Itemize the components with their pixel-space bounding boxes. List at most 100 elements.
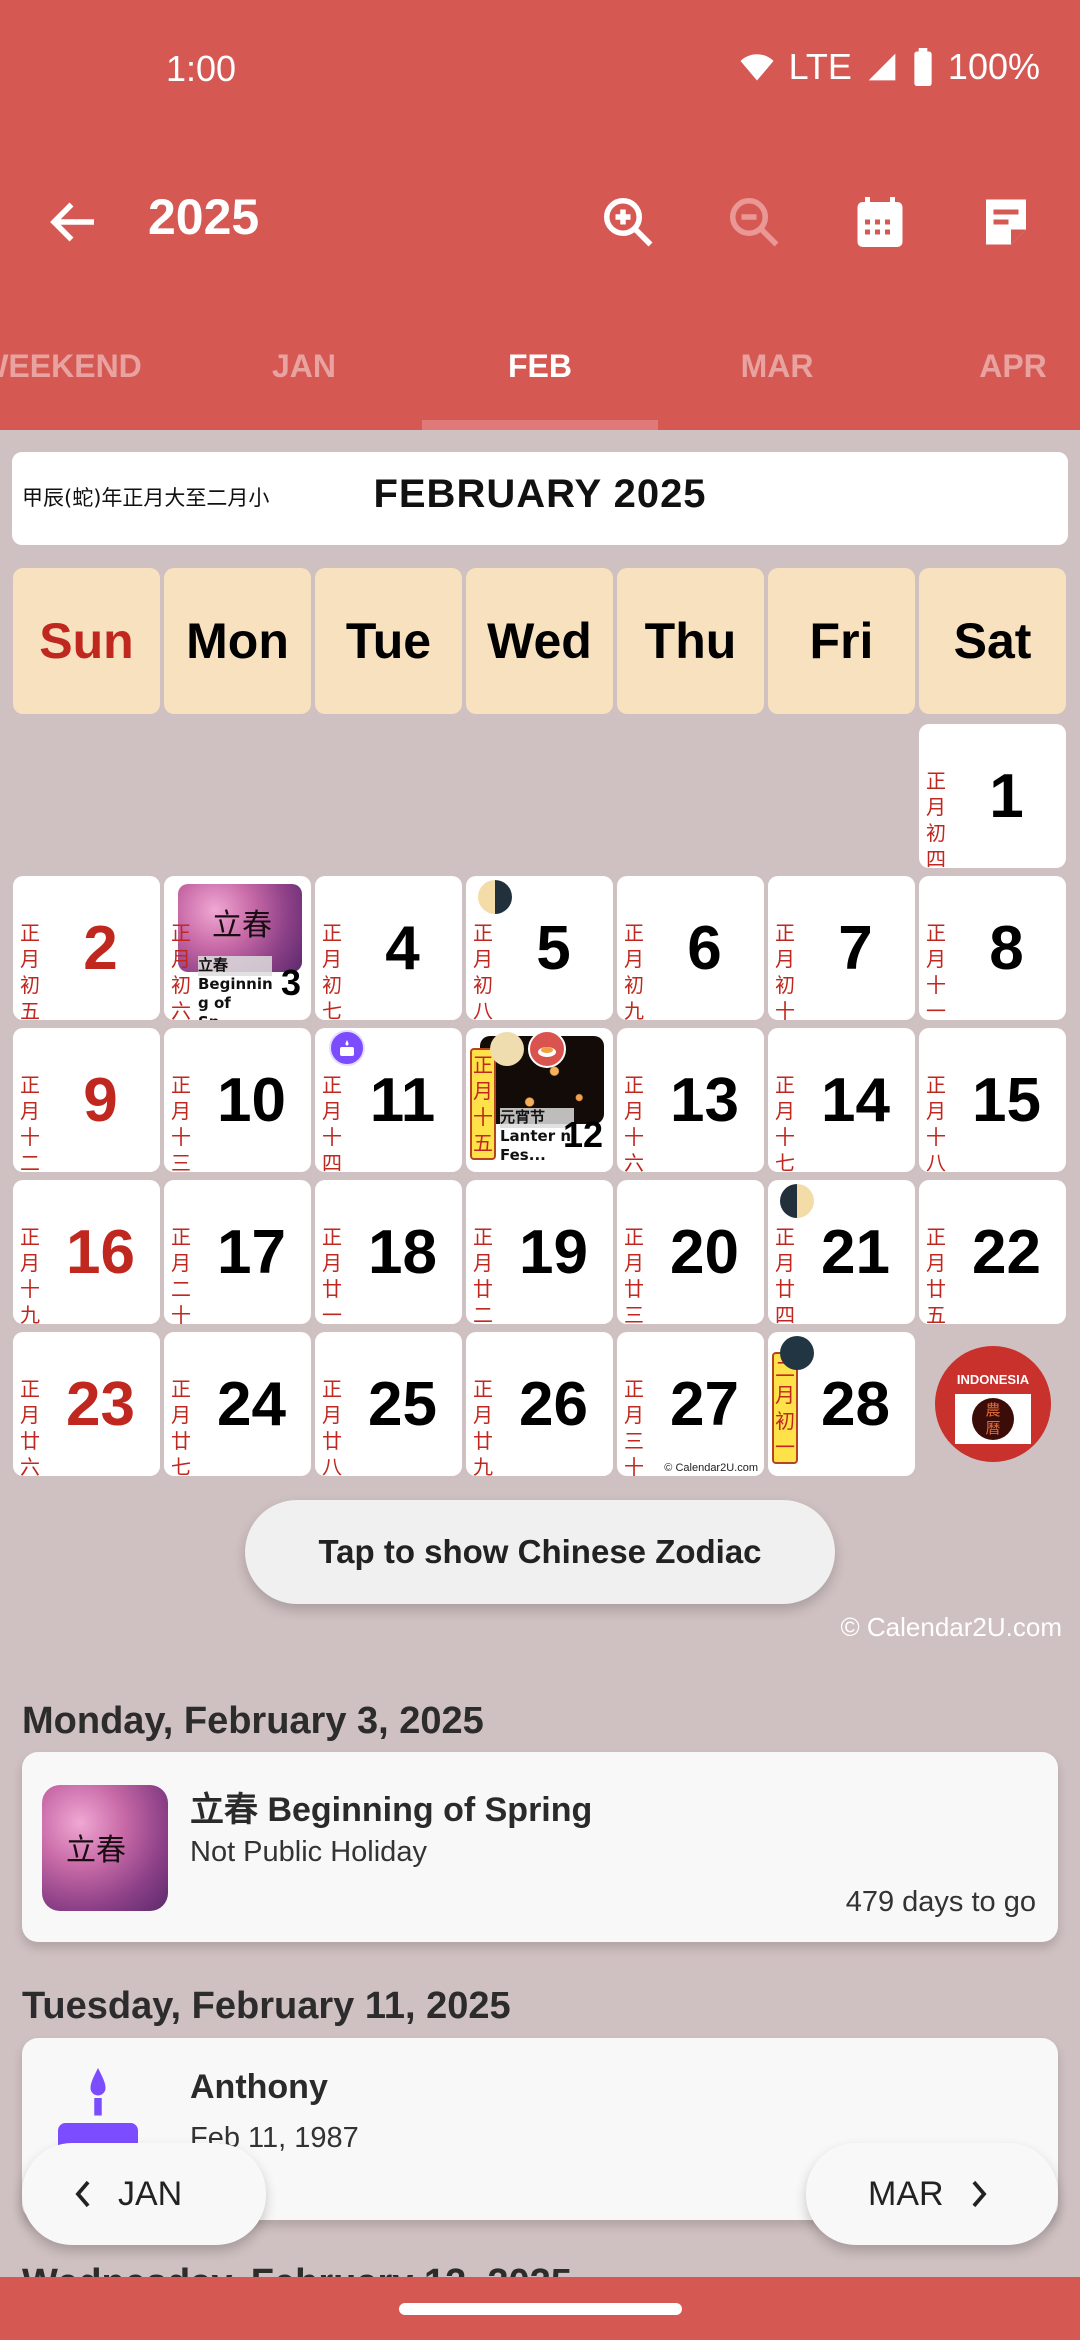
- lunar-date: 正月十四: [321, 1072, 343, 1172]
- lunar-char: 五: [20, 999, 40, 1020]
- day-cell[interactable]: 正月十四 11: [315, 1028, 462, 1172]
- day-number: 27: [670, 1369, 739, 1439]
- day-number: 3: [280, 962, 301, 1003]
- signal-icon: [868, 53, 896, 81]
- lunar-char: 月: [322, 947, 342, 971]
- day-cell[interactable]: 正月十八 15: [919, 1028, 1066, 1172]
- day-cell[interactable]: 正月廿三 20: [617, 1180, 764, 1324]
- zoom-out-icon[interactable]: [724, 192, 784, 252]
- lunar-char: 正: [473, 1377, 493, 1401]
- day-cell[interactable]: 正月十九 16: [13, 1180, 160, 1324]
- weekday-fri: Fri: [768, 568, 915, 714]
- day-cell[interactable]: 正月廿九 26: [466, 1332, 613, 1476]
- day-cell[interactable]: 正月十六 13: [617, 1028, 764, 1172]
- note-icon[interactable]: [976, 192, 1036, 252]
- event-title: Anthony: [190, 2068, 328, 2106]
- back-arrow-icon[interactable]: [44, 192, 104, 252]
- lunar-char: 正: [171, 1073, 191, 1097]
- lunar-char: 月: [473, 1251, 493, 1275]
- lunar-char: 正: [775, 921, 795, 945]
- lunar-char: 一: [926, 999, 946, 1020]
- day-cell[interactable]: 正月廿二 19: [466, 1180, 613, 1324]
- battery-icon: [914, 48, 932, 86]
- lunar-char: 月: [171, 947, 191, 971]
- day-number: 19: [519, 1217, 588, 1287]
- day-cell[interactable]: 正月廿五 22: [919, 1180, 1066, 1324]
- day-number: 24: [217, 1369, 286, 1439]
- lunar-char: 六: [20, 1455, 40, 1476]
- day-cell[interactable]: 正月廿六 23: [13, 1332, 160, 1476]
- day-cell[interactable]: 正月十二 9: [13, 1028, 160, 1172]
- day-cell[interactable]: 正月廿一 18: [315, 1180, 462, 1324]
- previous-month-button[interactable]: JAN: [22, 2143, 266, 2245]
- day-cell[interactable]: 正月十五元宵节 Lanter n Fes... 12: [466, 1028, 613, 1172]
- day-cell[interactable]: 正月廿七 24: [164, 1332, 311, 1476]
- lunar-date: 正月十九: [19, 1224, 41, 1324]
- lunar-char: 初: [20, 973, 40, 997]
- day-cell[interactable]: 正月二十 17: [164, 1180, 311, 1324]
- day-cell[interactable]: 正月三十 27 © Calendar2U.com: [617, 1332, 764, 1476]
- weekday-header: Sun Mon Tue Wed Thu Fri Sat: [13, 568, 1069, 714]
- day-cell[interactable]: 立春正月初六立春 Beginnin g of Sp...3: [164, 876, 311, 1020]
- tab-weekend[interactable]: WEEKEND: [0, 348, 142, 385]
- zoom-in-icon[interactable]: [598, 192, 658, 252]
- day-number: 23: [66, 1369, 135, 1439]
- day-number: 13: [670, 1065, 739, 1135]
- day-cell[interactable]: 正月廿四 21: [768, 1180, 915, 1324]
- event-card[interactable]: 立春 立春 Beginning of Spring Not Public Hol…: [22, 1752, 1058, 1942]
- lunar-char: 月: [775, 1099, 795, 1123]
- lunar-char: 四: [926, 847, 946, 868]
- region-badge-cn: 農曆: [985, 1401, 1001, 1437]
- lunar-date: 正月廿五: [925, 1224, 947, 1324]
- lunar-char: 十: [775, 1125, 795, 1149]
- day-cell[interactable]: 正月廿八 25: [315, 1332, 462, 1476]
- lunar-char: 初: [775, 1409, 795, 1433]
- tab-jan[interactable]: JAN: [272, 348, 336, 385]
- day-cell[interactable]: 正月初十 7: [768, 876, 915, 1020]
- page-title: 2025: [148, 189, 260, 245]
- day-number: 20: [670, 1217, 739, 1287]
- month-tabs: WEEKEND JAN FEB MAR APR: [0, 320, 1080, 430]
- moon-phase-full-icon: [490, 1032, 524, 1066]
- calendar-icon[interactable]: [850, 192, 910, 252]
- day-number: 10: [217, 1065, 286, 1135]
- lunar-char: 九: [473, 1455, 493, 1476]
- lunar-char: 十: [624, 1455, 644, 1476]
- tab-mar[interactable]: MAR: [741, 348, 814, 385]
- day-cell[interactable]: 正月十七 14: [768, 1028, 915, 1172]
- lunar-char: 二: [20, 1151, 40, 1172]
- day-cell[interactable]: 正月十三 10: [164, 1028, 311, 1172]
- day-cell[interactable]: 正月初九 6: [617, 876, 764, 1020]
- show-chinese-zodiac-button[interactable]: Tap to show Chinese Zodiac: [245, 1500, 835, 1604]
- chevron-left-icon: [75, 2180, 90, 2208]
- weekday-mon: Mon: [164, 568, 311, 714]
- tab-apr[interactable]: APR: [979, 348, 1047, 385]
- month-title: FEBRUARY 2025: [373, 472, 707, 516]
- lunar-char: 八: [322, 1455, 342, 1476]
- home-indicator[interactable]: [399, 2303, 682, 2315]
- lunar-date: 正月十六: [623, 1072, 645, 1172]
- day-cell[interactable]: 二月初一 28: [768, 1332, 915, 1476]
- tab-feb[interactable]: FEB: [508, 348, 572, 385]
- day-cell[interactable]: 正月初四 1: [919, 724, 1066, 868]
- day-cell[interactable]: 正月初七 4: [315, 876, 462, 1020]
- day-cell[interactable]: 正月初八5: [466, 876, 613, 1020]
- day-number: 15: [972, 1065, 1041, 1135]
- lunar-char: 正: [20, 1377, 40, 1401]
- day-cell[interactable]: 正月初五 2: [13, 876, 160, 1020]
- region-badge-button[interactable]: INDONESIA 農曆: [935, 1346, 1051, 1462]
- lunar-char: 六: [624, 1151, 644, 1172]
- lunar-char: 九: [624, 999, 644, 1020]
- lunar-char: 月: [171, 1251, 191, 1275]
- lunar-char: 正: [926, 1225, 946, 1249]
- lunar-char: 正: [322, 1377, 342, 1401]
- next-month-button[interactable]: MAR: [806, 2143, 1058, 2245]
- lunar-char: 五: [473, 1131, 493, 1155]
- day-number: 2: [83, 913, 118, 983]
- next-month-label: MAR: [868, 2174, 944, 2213]
- lunar-date: 正月廿二: [472, 1224, 494, 1324]
- day-number: 4: [385, 913, 420, 983]
- day-cell[interactable]: 正月十一 8: [919, 876, 1066, 1020]
- lunar-char: 八: [926, 1151, 946, 1172]
- lunar-char: 月: [775, 1383, 795, 1407]
